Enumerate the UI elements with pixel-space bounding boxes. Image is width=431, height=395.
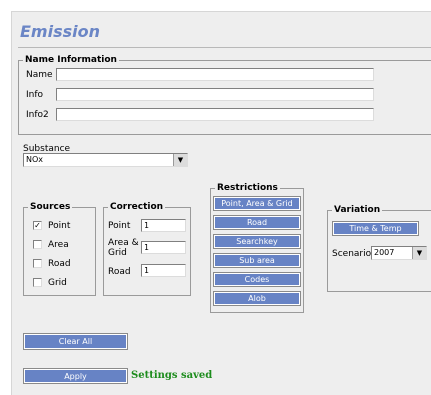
point-area-grid-button[interactable]: Point, Area & Grid	[213, 196, 301, 211]
road-checkbox[interactable]	[33, 259, 42, 268]
road-source-label: Road	[48, 259, 71, 269]
name-field[interactable]	[56, 68, 374, 81]
scenario-label: Scenario	[332, 249, 372, 259]
clear-all-button[interactable]: Clear All	[23, 333, 128, 350]
sources-legend: Sources	[30, 202, 71, 212]
correction-legend: Correction	[110, 202, 164, 212]
road-restriction-button[interactable]: Road	[213, 215, 301, 230]
variation-legend: Variation	[334, 205, 381, 215]
info-label: Info	[26, 90, 44, 100]
page-title: Emission	[20, 22, 100, 41]
time-temp-button[interactable]: Time & Temp	[332, 221, 419, 236]
alob-button[interactable]: Alob	[213, 291, 301, 306]
grid-source-label: Grid	[48, 278, 67, 288]
point-source-label: Point	[48, 221, 71, 231]
area-checkbox[interactable]	[33, 240, 42, 249]
chevron-down-icon[interactable]: ▼	[173, 154, 187, 166]
correction-point-input[interactable]: 1	[141, 219, 186, 232]
name-information-legend: Name Information	[25, 55, 117, 65]
scenario-select[interactable]: 2007 ▼	[371, 246, 427, 260]
substance-selected-value: NOx	[26, 155, 44, 164]
emission-page: Emission Name Information Name Info Info…	[11, 11, 431, 395]
correction-point-label: Point	[108, 221, 131, 231]
name-label: Name	[26, 70, 53, 80]
restrictions-legend: Restrictions	[217, 183, 278, 193]
substance-select[interactable]: NOx ▼	[23, 153, 188, 167]
correction-area-grid-input[interactable]: 1	[141, 241, 186, 254]
info-field[interactable]	[56, 88, 374, 101]
sub-area-button[interactable]: Sub area	[213, 253, 301, 268]
area-source-label: Area	[48, 240, 69, 250]
grid-checkbox[interactable]	[33, 278, 42, 287]
searchkey-button[interactable]: Searchkey	[213, 234, 301, 249]
apply-button[interactable]: Apply	[23, 368, 128, 384]
status-message: Settings saved	[131, 370, 213, 381]
scenario-selected-value: 2007	[374, 248, 395, 257]
correction-area-label-line1: Area &	[108, 238, 139, 248]
info2-label: Info2	[26, 110, 49, 120]
point-checkbox[interactable]: ✓	[33, 221, 42, 230]
correction-road-input[interactable]: 1	[141, 264, 186, 277]
chevron-down-icon[interactable]: ▼	[412, 247, 426, 259]
codes-button[interactable]: Codes	[213, 272, 301, 287]
correction-road-label: Road	[108, 267, 131, 277]
correction-area-label-line2: Grid	[108, 248, 127, 258]
info2-field[interactable]	[56, 108, 374, 121]
title-divider	[18, 47, 431, 48]
